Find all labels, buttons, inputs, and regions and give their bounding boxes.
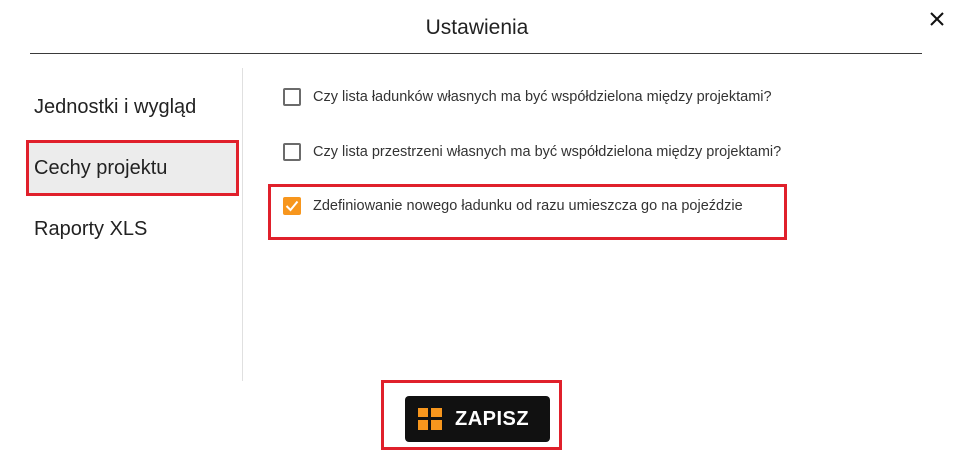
shared-loads-checkbox[interactable] xyxy=(283,88,301,106)
title-divider xyxy=(30,53,922,54)
sidebar-item-label: Cechy projektu xyxy=(34,157,168,179)
settings-dialog: Ustawienia Jednostki i wygląd Cechy proj… xyxy=(0,0,956,450)
place-on-vehicle-checkbox[interactable] xyxy=(283,197,301,215)
option-label: Zdefiniowanie nowego ładunku od razu umi… xyxy=(313,198,743,214)
close-icon xyxy=(930,12,944,26)
sidebar-item-units-appearance[interactable]: Jednostki i wygląd xyxy=(0,96,240,126)
option-label: Czy lista ładunków własnych ma być współ… xyxy=(313,89,772,105)
settings-sidebar: Jednostki i wygląd Cechy projektu Raport… xyxy=(0,68,242,380)
sidebar-item-xls-reports[interactable]: Raporty XLS xyxy=(0,218,240,248)
grid-icon xyxy=(418,408,442,430)
sidebar-divider xyxy=(242,68,243,381)
sidebar-item-project-features[interactable]: Cechy projektu xyxy=(26,140,239,196)
shared-spaces-checkbox[interactable] xyxy=(283,143,301,161)
checkmark-icon xyxy=(285,200,299,212)
option-label: Czy lista przestrzeni własnych ma być ws… xyxy=(313,144,782,160)
sidebar-item-label: Raporty XLS xyxy=(34,218,148,240)
sidebar-item-label: Jednostki i wygląd xyxy=(34,96,197,118)
save-button-label: ZAPISZ xyxy=(455,408,530,430)
dialog-title: Ustawienia xyxy=(425,16,529,39)
save-button[interactable]: ZAPISZ xyxy=(405,396,550,442)
close-button[interactable] xyxy=(924,6,950,32)
